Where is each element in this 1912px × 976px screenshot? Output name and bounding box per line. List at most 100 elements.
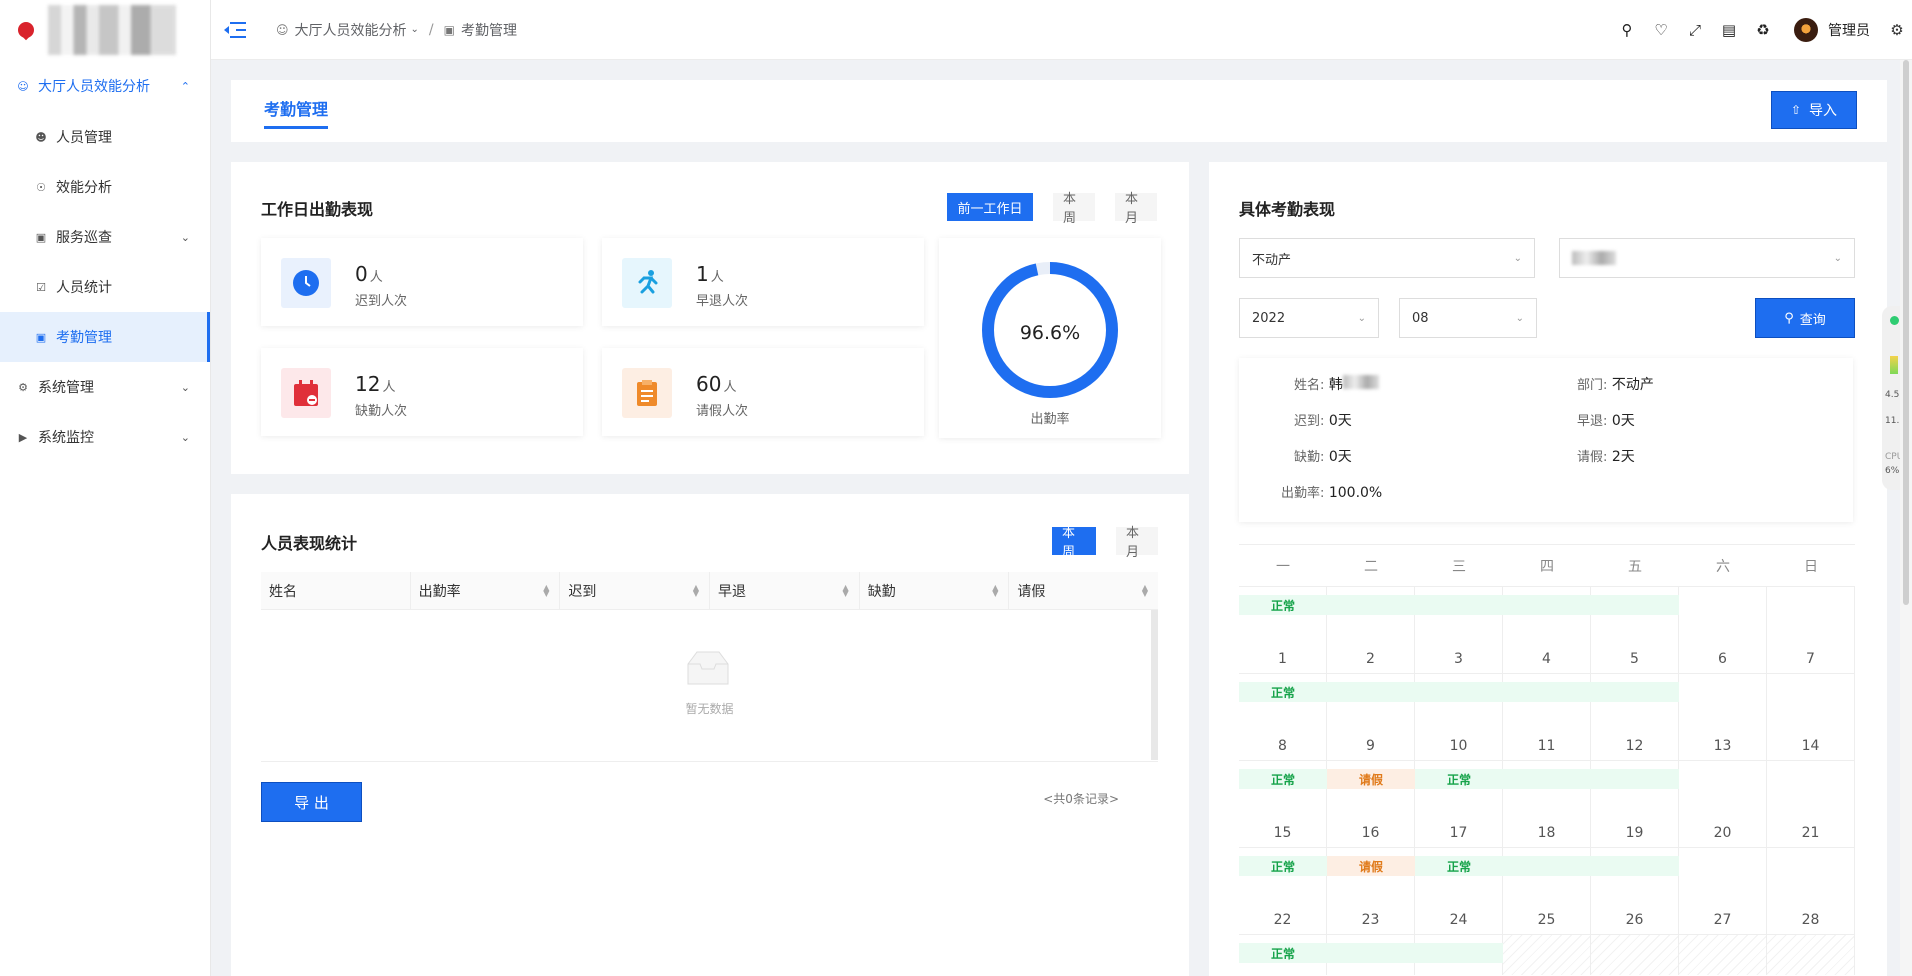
monitor-icon: ▣ [35,230,47,244]
event-normal[interactable]: 正常 [1239,943,1503,963]
breadcrumb-item-hall[interactable]: 大厅人员效能分析 [295,20,407,40]
stat-late: 0人 迟到人次 [261,238,583,326]
gear-icon[interactable]: ⚙ [1882,0,1912,60]
record-count: <共0条记录> [1043,792,1119,806]
sidebar-item-efficiency[interactable]: ☉ 效能分析 [0,162,210,212]
name-blurred [1342,375,1379,389]
filter-prev-workday[interactable]: 前一工作日 [947,193,1033,221]
attendance-rate-box: 96.6% 出勤率 [939,238,1161,438]
page-scrollbar-thumb[interactable] [1903,60,1909,605]
running-person-icon [622,258,672,308]
collapse-menu-icon[interactable] [224,21,246,38]
sort-icon[interactable]: ▲ ▼ [992,583,998,597]
month-select[interactable]: 08 ⌄ [1399,298,1537,338]
event-leave[interactable]: 请假 [1327,856,1415,876]
page-scrollbar[interactable] [1900,60,1912,976]
status-dot-icon [1890,316,1899,325]
calendar-day[interactable]: 13 [1679,674,1767,760]
sidebar-item-attendance[interactable]: ▣ 考勤管理 [0,312,210,362]
chevron-down-icon: ⌄ [410,24,419,35]
query-button[interactable]: ⚲ 查询 [1755,298,1855,338]
event-normal[interactable]: 正常 [1239,769,1327,789]
info-late: 迟到: 0天 [1294,413,1352,429]
column-header-name[interactable]: 姓名 [261,572,411,609]
stat-leave-value: 60 人 [696,372,737,396]
performance-title: 人员表现统计 [261,534,358,553]
import-button[interactable]: ⇧ 导入 [1771,91,1857,129]
person-select[interactable]: ⌄ [1559,238,1855,278]
avatar[interactable] [1794,18,1818,42]
calendar-day[interactable]: 28 [1767,848,1855,934]
bell-icon[interactable]: ♡ [1644,0,1678,60]
sidebar-item-system-management[interactable]: ⚙ 系统管理 ⌄ [0,362,210,412]
event-normal[interactable]: 正常 [1239,682,1679,702]
search-icon[interactable]: ⚲ [1610,0,1644,60]
export-button[interactable]: 导 出 [261,782,362,822]
attendance-calendar: 一 二 三 四 五 六 日 1 2 3 4 5 6 7 正常 8 9 10 11… [1239,544,1855,975]
event-normal[interactable]: 正常 [1239,856,1327,876]
bulb-icon: ☉ [36,180,46,194]
column-header-rate[interactable]: 出勤率 ▲ ▼ [411,572,561,609]
lock-icon[interactable]: ▤ [1712,0,1746,60]
chevron-down-icon: ⌄ [180,380,190,394]
filter-this-week[interactable]: 本周 [1052,526,1096,560]
battery-icon [1890,356,1898,374]
info-leave: 请假: 2天 [1577,449,1635,465]
sort-icon[interactable]: ▲ ▼ [843,583,849,597]
calendar-day[interactable]: 27 [1679,848,1767,934]
event-leave[interactable]: 请假 [1327,769,1415,789]
breadcrumb-separator: / [428,21,434,38]
top-header: ☺ 大厅人员效能分析 ⌄ / ▣ 考勤管理 ⚲ ♡ ⤢ ▤ ♻ 管理员 ⚙ [211,0,1912,60]
calendar-day[interactable]: 14 [1767,674,1855,760]
table-scrollbar[interactable] [1151,610,1158,760]
sidebar-item-personnel[interactable]: ☻ 人员管理 [0,112,210,162]
info-early: 早退: 0天 [1577,413,1635,429]
column-header-leave[interactable]: 请假 ▲ ▼ [1009,572,1158,609]
info-department: 部门: 不动产 [1577,377,1654,393]
chevron-down-icon: ⌄ [180,230,190,244]
calendar-day-disabled [1767,935,1855,975]
event-normal[interactable]: 正常 [1415,769,1679,789]
sort-icon[interactable]: ▲ ▼ [543,583,549,597]
username[interactable]: 管理员 [1828,20,1870,40]
column-header-early[interactable]: 早退 ▲ ▼ [710,572,860,609]
sidebar-item-statistics[interactable]: ☑ 人员统计 [0,262,210,312]
sort-icon[interactable]: ▲ ▼ [693,583,699,597]
filter-this-week[interactable]: 本周 [1053,192,1095,226]
weekday-sat: 六 [1716,558,1730,575]
department-select[interactable]: 不动产 ⌄ [1239,238,1535,278]
logo-text-blurred [48,5,176,55]
calendar-day[interactable]: 6 [1679,587,1767,673]
gear-icon: ⚙ [18,380,28,394]
attendance-summary: 姓名: 韩 部门: 不动产 迟到: 0天 早退: 0天 缺勤: 0天 请假: 2… [1239,358,1853,522]
event-normal[interactable]: 正常 [1415,856,1679,876]
filter-this-month[interactable]: 本月 [1116,526,1158,560]
info-absent: 缺勤: 0天 [1294,449,1352,465]
cpu-value: 6% [1885,466,1900,476]
import-button-label: 导入 [1809,103,1838,119]
sidebar-item-system-monitor[interactable]: ▶ 系统监控 ⌄ [0,412,210,462]
performance-table-header: 姓名 出勤率 ▲ ▼ 迟到 ▲ ▼ 早退 ▲ ▼ 缺勤 ▲ ▼ 请假 ▲ ▼ [261,572,1158,610]
calendar-week: 22 23 24 25 26 27 28 正常 请假 正常 [1239,848,1855,935]
sort-icon[interactable]: ▲ ▼ [1142,583,1148,597]
card-icon: ▣ [443,22,455,37]
event-normal[interactable]: 正常 [1239,595,1679,615]
sidebar-item-inspection[interactable]: ▣ 服务巡查 ⌄ [0,212,210,262]
tab-attendance[interactable]: 考勤管理 [264,96,329,129]
year-select[interactable]: 2022 ⌄ [1239,298,1379,338]
fullscreen-icon[interactable]: ⤢ [1678,0,1712,60]
column-header-late[interactable]: 迟到 ▲ ▼ [560,572,711,609]
sidebar-item-label: 系统管理 [38,380,94,396]
page-tab-bar: 考勤管理 ⇧ 导入 [231,80,1887,142]
sidebar-item-hall-analysis[interactable]: ☺ 大厅人员效能分析 ⌃ [0,60,210,112]
column-header-absent[interactable]: 缺勤 ▲ ▼ [860,572,1010,609]
translate-icon[interactable]: ♻ [1746,0,1780,60]
search-icon: ⚲ [1784,310,1794,326]
calendar-day[interactable]: 21 [1767,761,1855,847]
calendar-day[interactable]: 7 [1767,587,1855,673]
sidebar-item-label: 系统监控 [38,430,94,446]
filter-this-month[interactable]: 本月 [1115,192,1157,226]
calendar-day[interactable]: 20 [1679,761,1767,847]
calendar-week: 8 9 10 11 12 13 14 正常 [1239,674,1855,761]
sidebar-item-label: 考勤管理 [56,330,112,346]
